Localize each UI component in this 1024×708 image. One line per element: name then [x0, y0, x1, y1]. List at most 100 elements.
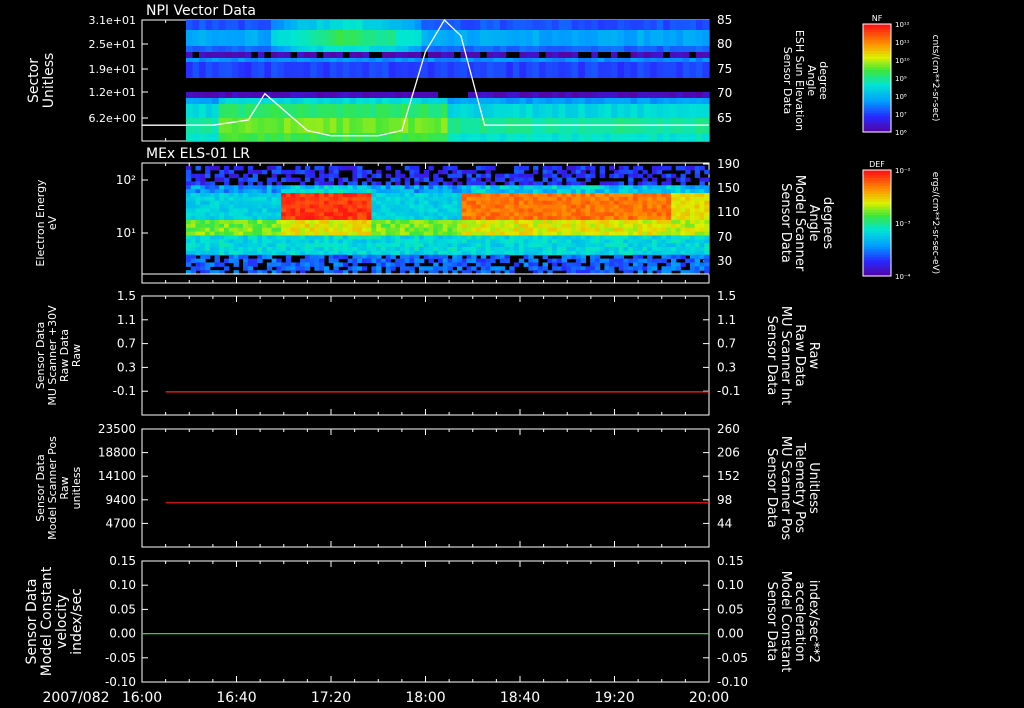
els-cell — [428, 208, 434, 213]
els-cell — [233, 185, 239, 190]
els-cell — [609, 223, 615, 229]
els-cell — [566, 185, 572, 190]
els-cell — [433, 227, 439, 233]
npi-cell — [565, 20, 573, 30]
els-cell — [523, 212, 529, 217]
els-cell — [642, 196, 648, 202]
els-cell — [238, 250, 244, 256]
els-cell — [651, 181, 658, 186]
els-cell — [618, 266, 625, 271]
els-cell — [414, 196, 420, 202]
els-cell — [361, 223, 368, 229]
npi-cell — [316, 20, 324, 30]
npi-cell — [571, 133, 579, 141]
els-cell — [447, 193, 453, 198]
npi-cell — [375, 58, 383, 62]
npi-cell — [571, 104, 579, 118]
y-tick-label: 23500 — [98, 422, 136, 436]
els-cell — [637, 200, 644, 206]
els-cell — [290, 266, 296, 271]
npi-cell — [303, 46, 311, 52]
els-cell — [547, 216, 553, 221]
els-cell — [566, 250, 572, 256]
els-cell — [228, 243, 235, 248]
els-cell — [418, 216, 425, 221]
npi-cell — [460, 104, 468, 118]
els-cell — [404, 204, 411, 210]
els-cell — [466, 223, 472, 229]
els-cell — [632, 223, 639, 229]
els-cell — [366, 247, 373, 252]
els-cell — [613, 212, 620, 217]
els-cell — [238, 227, 244, 233]
npi-cell — [375, 118, 383, 133]
npi-cell — [630, 78, 638, 92]
npi-cell — [440, 133, 449, 141]
els-cell — [542, 247, 548, 252]
npi-cell — [369, 62, 377, 78]
npi-cell — [571, 98, 579, 104]
els-cell — [666, 181, 672, 186]
npi-cell — [558, 20, 566, 30]
els-cell — [361, 239, 368, 244]
els-cell — [224, 227, 230, 233]
y2-axis-label: Raw Data — [792, 324, 807, 387]
npi-cell — [624, 92, 632, 98]
y2-tick-label: 98 — [717, 493, 732, 507]
els-cell — [304, 266, 311, 271]
els-cell — [495, 220, 501, 225]
els-cell — [328, 254, 334, 260]
els-cell — [285, 216, 292, 221]
colorbar-npi — [862, 23, 892, 133]
els-cell — [290, 193, 296, 198]
npi-cell — [323, 98, 331, 104]
els-cell — [338, 185, 344, 190]
els-cell — [533, 243, 539, 248]
npi-cell — [342, 62, 351, 78]
els-cell — [585, 212, 591, 217]
els-cell — [314, 185, 320, 190]
npi-cell — [525, 98, 534, 104]
els-cell — [504, 227, 510, 233]
els-cell — [281, 189, 287, 194]
els-cell — [404, 166, 411, 171]
els-cell — [675, 189, 682, 194]
els-cell — [385, 258, 392, 264]
npi-cell — [499, 46, 507, 52]
els-cell — [480, 216, 487, 221]
els-cell — [257, 204, 263, 210]
els-cell — [285, 227, 292, 233]
els-cell — [685, 189, 691, 194]
els-cell — [685, 231, 691, 237]
y-tick-label: 4700 — [105, 516, 136, 530]
els-cell — [609, 204, 615, 210]
els-cell — [366, 208, 373, 213]
els-cell — [552, 166, 558, 171]
els-cell — [670, 223, 677, 229]
els-cell — [561, 247, 567, 252]
els-cell — [281, 266, 287, 271]
npi-cell — [447, 52, 455, 58]
els-cell — [499, 212, 506, 217]
npi-cell — [225, 98, 233, 104]
npi-cell — [388, 92, 396, 98]
els-cell — [704, 266, 710, 271]
npi-cell — [277, 98, 285, 104]
els-cell — [357, 243, 363, 248]
npi-cell — [571, 52, 579, 58]
els-cell — [357, 216, 363, 221]
els-cell — [190, 235, 197, 240]
npi-cell — [610, 92, 619, 98]
els-cell — [209, 216, 216, 221]
els-cell — [699, 212, 705, 217]
els-cell — [200, 212, 206, 217]
npi-cell — [382, 62, 390, 78]
els-cell — [666, 235, 672, 240]
els-cell — [647, 250, 653, 256]
els-cell — [418, 266, 425, 271]
els-cell — [352, 166, 358, 171]
els-cell — [528, 177, 534, 183]
els-cell — [342, 204, 349, 210]
els-cell — [585, 266, 591, 271]
els-cell — [694, 196, 701, 202]
